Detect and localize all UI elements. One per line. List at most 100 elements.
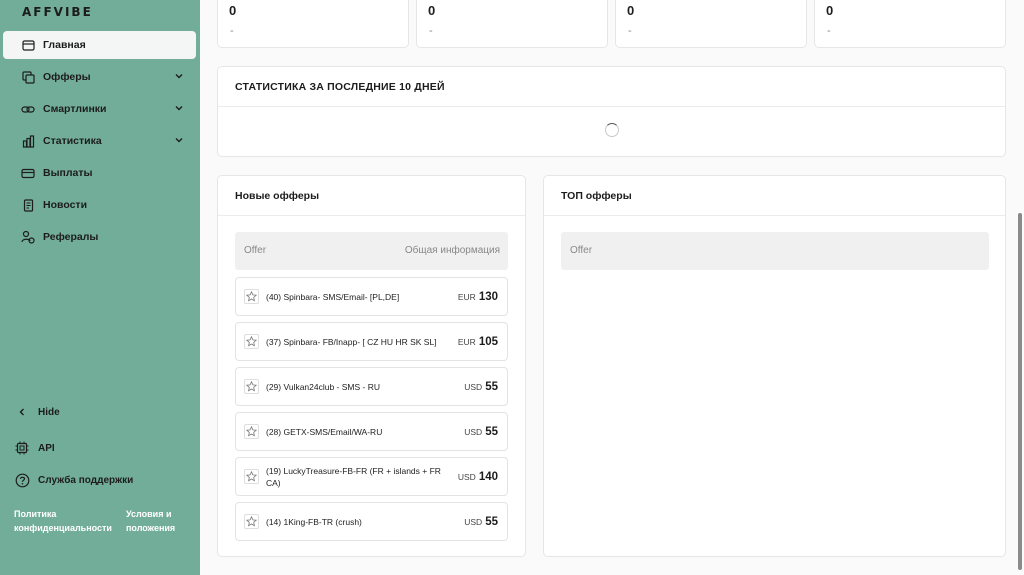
support-label: Служба поддержки — [38, 474, 134, 486]
sidebar-nav: Главная Офферы Смартлинки Статистика Вып… — [3, 31, 196, 255]
new-offers-panel: Новые офферы Offer Общая информация (40)… — [217, 175, 526, 557]
offer-row[interactable]: (40) Spinbara- SMS/Email- [PL,DE] EUR 130 — [235, 277, 508, 316]
stat-card: 0 - — [416, 0, 608, 48]
sidebar-item-label: Статистика — [43, 135, 102, 147]
app-logo[interactable]: AFFVIBE — [22, 5, 93, 19]
support-link[interactable]: Служба поддержки — [14, 472, 194, 488]
news-icon — [21, 198, 35, 212]
offer-name: (19) LuckyTreasure-FB-FR (FR + islands +… — [266, 465, 441, 488]
table-header: Offer Общая информация — [235, 232, 508, 270]
card-icon — [21, 166, 35, 180]
stat-subtext: - — [827, 25, 831, 37]
offer-payout: EUR 130 — [458, 278, 498, 315]
api-label: API — [38, 442, 55, 454]
offer-name: (14) 1King-FB-TR (crush) — [266, 516, 362, 527]
sidebar-item-label: Офферы — [43, 71, 91, 83]
offer-row[interactable]: (19) LuckyTreasure-FB-FR (FR + islands +… — [235, 457, 508, 496]
stat-value: 0 — [229, 3, 237, 18]
offer-currency: EUR — [457, 291, 476, 302]
sidebar-item-label: Новости — [43, 199, 88, 211]
stat-card: 0 - — [615, 0, 807, 48]
sidebar-item-label: Смартлинки — [43, 103, 107, 115]
offer-amount: 130 — [478, 290, 498, 303]
offer-amount: 55 — [485, 425, 498, 438]
offer-payout: USD 140 — [458, 458, 498, 495]
offer-name: (37) Spinbara- FB/Inapp- [ CZ HU HR SK S… — [266, 336, 437, 347]
offer-row[interactable]: (29) Vulkan24club - SMS - RU USD 55 — [235, 367, 508, 406]
scrollbar-thumb[interactable] — [1018, 213, 1022, 570]
chevron-down-icon[interactable] — [174, 135, 184, 145]
chevron-left-icon — [14, 404, 30, 420]
footer-links: Политика конфиденциальности Условия и по… — [14, 507, 194, 535]
privacy-policy-link[interactable]: Политика конфиденциальности — [14, 507, 112, 535]
offer-amount: 55 — [485, 380, 498, 393]
table-header: Offer — [561, 232, 989, 270]
offer-row[interactable]: (14) 1King-FB-TR (crush) USD 55 — [235, 502, 508, 541]
hide-sidebar-button[interactable]: Hide — [14, 404, 194, 420]
stat-card: 0 - — [814, 0, 1006, 48]
chip-icon — [14, 440, 30, 456]
loading-spinner-icon — [605, 123, 619, 137]
sidebar-item-home[interactable]: Главная — [3, 31, 196, 59]
stack-icon — [21, 70, 35, 84]
sidebar-item-payouts[interactable]: Выплаты — [3, 159, 196, 187]
stats-panel: СТАТИСТИКА ЗА ПОСЛЕДНИЕ 10 ДНЕЙ — [217, 66, 1006, 157]
sidebar-item-referrals[interactable]: Рефералы — [3, 223, 196, 251]
terms-line-1: Условия и — [126, 509, 172, 519]
stat-value: 0 — [627, 3, 635, 18]
offer-row[interactable]: (28) GETX-SMS/Email/WA-RU USD 55 — [235, 412, 508, 451]
scrollbar[interactable] — [1016, 0, 1024, 575]
privacy-line-1: Политика — [14, 509, 57, 519]
offer-amount: 55 — [485, 515, 498, 528]
star-icon[interactable] — [244, 289, 259, 304]
star-icon[interactable] — [244, 379, 259, 394]
stat-subtext: - — [230, 25, 234, 37]
star-icon[interactable] — [244, 514, 259, 529]
star-icon[interactable] — [244, 424, 259, 439]
stat-subtext: - — [628, 25, 632, 37]
star-icon[interactable] — [244, 469, 259, 484]
column-header-offer: Offer — [244, 245, 267, 256]
offer-row[interactable]: (37) Spinbara- FB/Inapp- [ CZ HU HR SK S… — [235, 322, 508, 361]
stat-value: 0 — [826, 3, 834, 18]
sidebar: AFFVIBE Главная Офферы Смартлинки Статис… — [0, 0, 200, 575]
offer-amount: 140 — [478, 470, 498, 483]
offer-currency: USD — [464, 426, 483, 437]
star-icon[interactable] — [244, 334, 259, 349]
api-link[interactable]: API — [14, 440, 194, 456]
divider — [218, 215, 525, 216]
terms-link[interactable]: Условия и положения — [126, 507, 194, 535]
offer-currency: USD — [464, 381, 483, 392]
offer-payout: USD 55 — [464, 503, 498, 540]
sidebar-item-label: Выплаты — [43, 167, 93, 179]
offer-amount: 105 — [478, 335, 498, 348]
stat-value: 0 — [428, 3, 436, 18]
privacy-line-2: конфиденциальности — [14, 523, 112, 533]
terms-line-2: положения — [126, 523, 176, 533]
sidebar-item-statistics[interactable]: Статистика — [3, 127, 196, 155]
stats-panel-title: СТАТИСТИКА ЗА ПОСЛЕДНИЕ 10 ДНЕЙ — [235, 81, 445, 93]
link-icon — [21, 102, 35, 116]
offer-name: (29) Vulkan24club - SMS - RU — [266, 381, 381, 392]
chevron-down-icon[interactable] — [174, 103, 184, 113]
offer-payout: EUR 105 — [458, 323, 498, 360]
offer-currency: USD — [464, 516, 483, 527]
offer-name: (40) Spinbara- SMS/Email- [PL,DE] — [266, 291, 400, 302]
divider — [544, 215, 1005, 216]
chevron-down-icon[interactable] — [174, 71, 184, 81]
offer-payout: USD 55 — [464, 368, 498, 405]
sidebar-item-label: Главная — [43, 39, 86, 51]
referral-icon — [21, 230, 35, 244]
window-icon — [21, 38, 35, 52]
divider — [218, 106, 1005, 107]
sidebar-item-label: Рефералы — [43, 231, 99, 243]
offer-payout: USD 55 — [464, 413, 498, 450]
new-offers-title: Новые офферы — [235, 190, 320, 202]
stat-subtext: - — [429, 25, 433, 37]
help-circle-icon — [14, 472, 30, 488]
sidebar-item-offers[interactable]: Офферы — [3, 63, 196, 91]
offer-currency: USD — [457, 471, 476, 482]
sidebar-item-smartlinks[interactable]: Смартлинки — [3, 95, 196, 123]
column-header-info: Общая информация — [404, 245, 500, 256]
sidebar-item-news[interactable]: Новости — [3, 191, 196, 219]
